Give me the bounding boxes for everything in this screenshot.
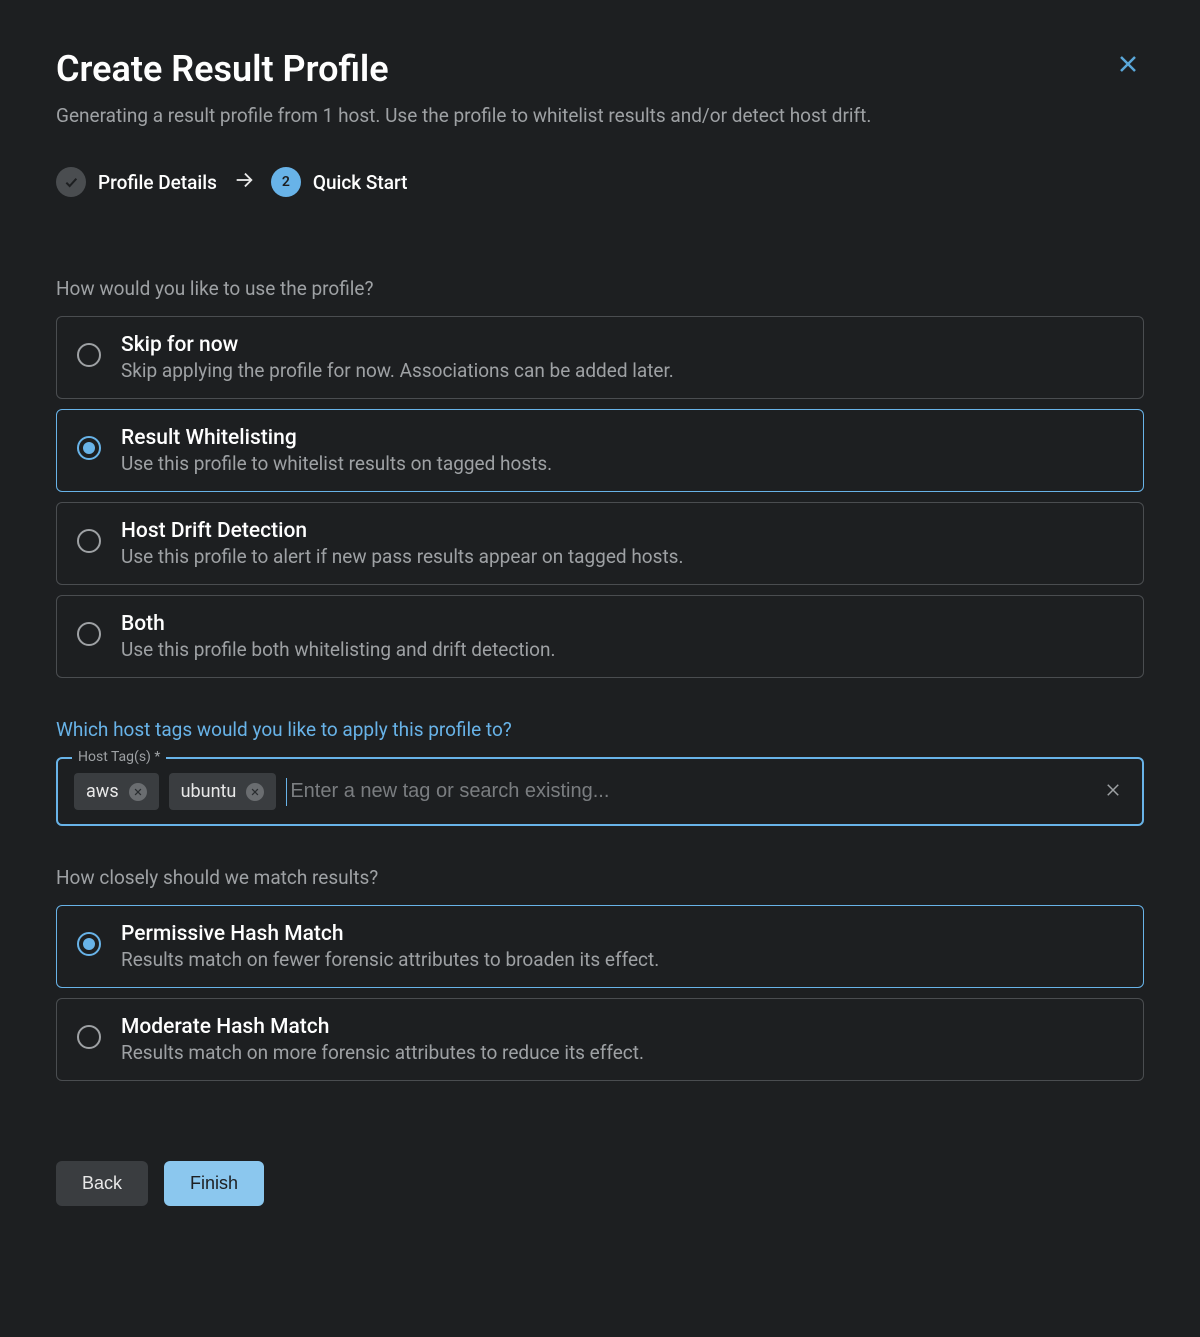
page-title: Create Result Profile [56, 48, 389, 90]
option-desc: Results match on fewer forensic attribut… [121, 948, 1123, 971]
close-icon [1116, 52, 1140, 76]
step-label: Quick Start [313, 171, 408, 194]
option-desc: Skip applying the profile for now. Assoc… [121, 359, 1123, 382]
tags-section-label: Which host tags would you like to apply … [56, 718, 1144, 741]
use-option[interactable]: Result WhitelistingUse this profile to w… [56, 409, 1144, 492]
tag-label: aws [86, 781, 119, 802]
back-button[interactable]: Back [56, 1161, 148, 1206]
tag-remove-button[interactable] [129, 783, 147, 801]
tag-chip: aws [74, 773, 159, 810]
step-quick-start[interactable]: 2 Quick Start [271, 167, 408, 197]
input-legend: Host Tag(s) * [72, 749, 166, 765]
option-desc: Use this profile to whitelist results on… [121, 452, 1123, 475]
radio-icon [77, 1025, 101, 1049]
host-tags-input[interactable] [286, 778, 1090, 806]
host-tags-input-wrapper[interactable]: Host Tag(s) * awsubuntu [56, 757, 1144, 826]
radio-icon [77, 622, 101, 646]
option-title: Permissive Hash Match [121, 922, 1123, 946]
close-icon [1104, 781, 1122, 799]
arrow-right-icon [233, 169, 255, 195]
use-option[interactable]: Host Drift DetectionUse this profile to … [56, 502, 1144, 585]
radio-icon [77, 436, 101, 460]
radio-icon [77, 529, 101, 553]
tag-label: ubuntu [181, 781, 237, 802]
radio-icon [77, 343, 101, 367]
page-subtitle: Generating a result profile from 1 host.… [56, 104, 1144, 127]
match-option[interactable]: Moderate Hash MatchResults match on more… [56, 998, 1144, 1081]
close-icon [250, 787, 260, 797]
option-desc: Results match on more forensic attribute… [121, 1041, 1123, 1064]
check-icon [56, 167, 86, 197]
match-option-group: Permissive Hash MatchResults match on fe… [56, 905, 1144, 1081]
match-section-label: How closely should we match results? [56, 866, 1144, 889]
footer: Back Finish [56, 1161, 1144, 1206]
close-icon [133, 787, 143, 797]
match-option[interactable]: Permissive Hash MatchResults match on fe… [56, 905, 1144, 988]
use-option-group: Skip for nowSkip applying the profile fo… [56, 316, 1144, 678]
step-number: 2 [271, 167, 301, 197]
use-option[interactable]: BothUse this profile both whitelisting a… [56, 595, 1144, 678]
option-title: Result Whitelisting [121, 426, 1123, 450]
option-title: Skip for now [121, 333, 1123, 357]
tag-chip: ubuntu [169, 773, 277, 810]
option-title: Both [121, 612, 1123, 636]
clear-input-button[interactable] [1100, 777, 1126, 806]
option-title: Host Drift Detection [121, 519, 1123, 543]
step-label: Profile Details [98, 171, 217, 194]
radio-icon [77, 932, 101, 956]
close-button[interactable] [1112, 48, 1144, 83]
option-desc: Use this profile both whitelisting and d… [121, 638, 1123, 661]
use-option[interactable]: Skip for nowSkip applying the profile fo… [56, 316, 1144, 399]
option-title: Moderate Hash Match [121, 1015, 1123, 1039]
stepper: Profile Details 2 Quick Start [56, 167, 1144, 197]
tag-remove-button[interactable] [246, 783, 264, 801]
option-desc: Use this profile to alert if new pass re… [121, 545, 1123, 568]
finish-button[interactable]: Finish [164, 1161, 264, 1206]
step-profile-details[interactable]: Profile Details [56, 167, 217, 197]
use-section-label: How would you like to use the profile? [56, 277, 1144, 300]
